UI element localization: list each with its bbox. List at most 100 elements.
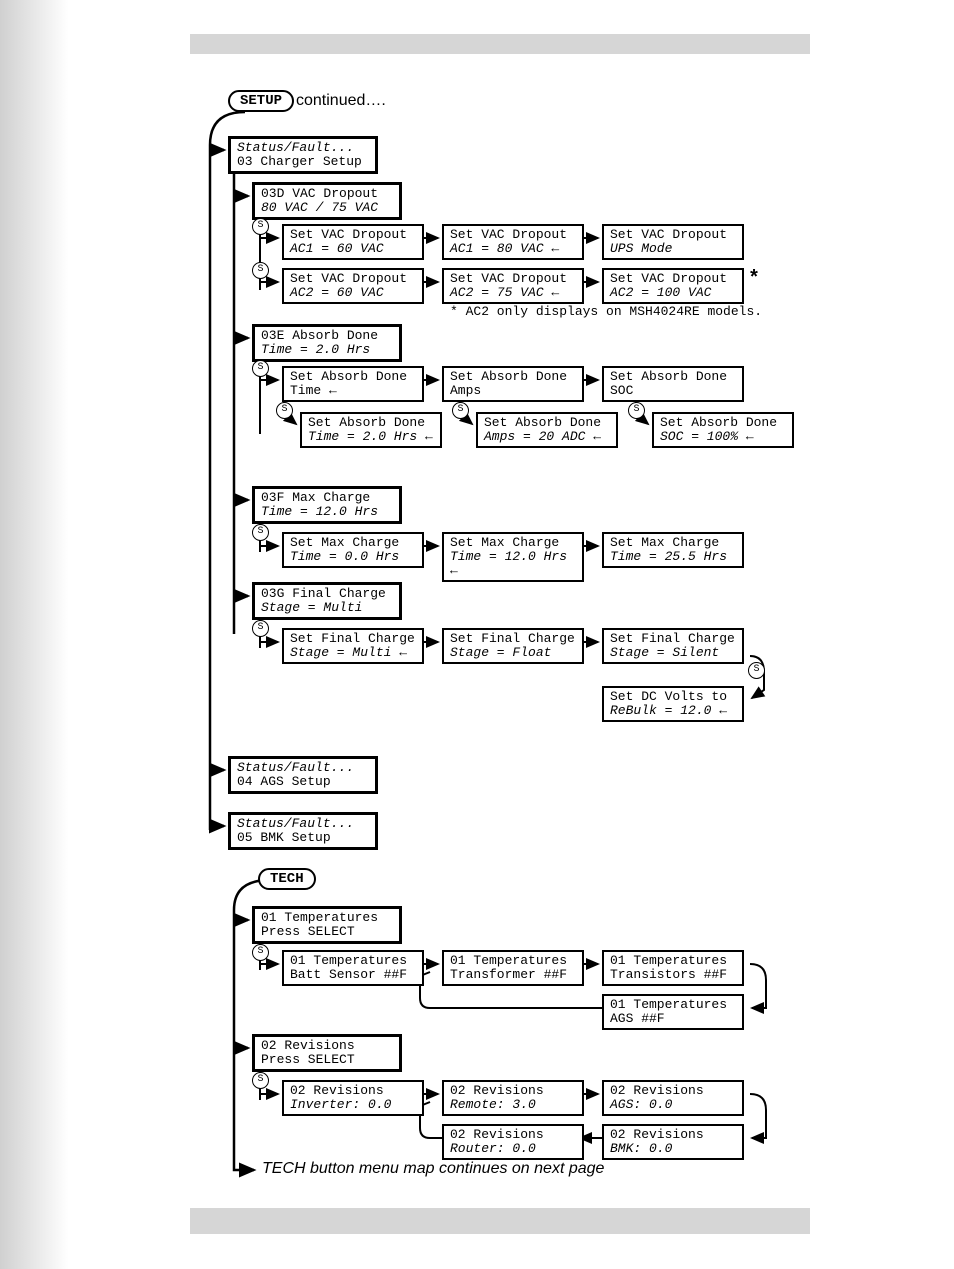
connector-lines: [0, 0, 954, 1235]
value: AC1 = 80 VAC ←: [450, 242, 576, 256]
value: AC1 = 60 VAC: [290, 242, 416, 256]
label: 02 Revisions: [610, 1128, 736, 1142]
vac-dropout-l2: 80 VAC / 75 VAC: [261, 201, 393, 215]
max-charge-25: Set Max Charge Time = 25.5 Hrs: [602, 532, 744, 568]
absorb-amps: Set Absorb Done Amps: [442, 366, 584, 402]
label: 03E Absorb Done: [261, 329, 393, 343]
max-charge-0: Set Max Charge Time = 0.0 Hrs: [282, 532, 424, 568]
label: Set VAC Dropout: [610, 272, 736, 286]
value: AC2 = 100 VAC: [610, 286, 736, 300]
s-icon: S: [252, 620, 269, 637]
value: UPS Mode: [610, 242, 736, 256]
value: 04 AGS Setup: [237, 775, 369, 789]
label: Set VAC Dropout: [450, 228, 576, 242]
value: Time = 2.0 Hrs ←: [308, 430, 434, 444]
absorb-soc-value: Set Absorb Done SOC = 100% ←: [652, 412, 794, 448]
vac-ac1-80: Set VAC Dropout AC1 = 80 VAC ←: [442, 224, 584, 260]
value: 05 BMK Setup: [237, 831, 369, 845]
label: 01 Temperatures: [610, 954, 736, 968]
value: Stage = Multi: [261, 601, 393, 615]
bmk-setup-box: Status/Fault... 05 BMK Setup: [228, 812, 378, 850]
label: 02 Revisions: [261, 1039, 393, 1053]
bottom-gray-band: [190, 1208, 810, 1234]
label: Set Final Charge: [450, 632, 576, 646]
absorb-time-value: Set Absorb Done Time = 2.0 Hrs ←: [300, 412, 442, 448]
label: 01 Temperatures: [450, 954, 576, 968]
vac-dropout-header: 03D VAC Dropout 80 VAC / 75 VAC: [252, 182, 402, 220]
setup-pill: SETUP: [228, 90, 294, 112]
label: Set Absorb Done: [484, 416, 610, 430]
rev-inverter: 02 Revisions Inverter: 0.0: [282, 1080, 424, 1116]
continued-text: continued….: [296, 92, 386, 110]
vac-ac1-ups: Set VAC Dropout UPS Mode: [602, 224, 744, 260]
label: Set VAC Dropout: [450, 272, 576, 286]
value: AC2 = 75 VAC ←: [450, 286, 576, 300]
max-charge-header: 03F Max Charge Time = 12.0 Hrs: [252, 486, 402, 524]
absorb-time: Set Absorb Done Time ←: [282, 366, 424, 402]
value: Stage = Silent: [610, 646, 736, 660]
value: Time ←: [290, 384, 416, 398]
s-icon: S: [628, 402, 645, 419]
s-icon: S: [252, 360, 269, 377]
dc-rebulk: Set DC Volts to ReBulk = 12.0 ←: [602, 686, 744, 722]
s-icon: S: [252, 262, 269, 279]
label: Set Absorb Done: [610, 370, 736, 384]
ac2-footnote: * AC2 only displays on MSH4024RE models.: [450, 304, 762, 319]
final-multi: Set Final Charge Stage = Multi ←: [282, 628, 424, 664]
absorb-done-header: 03E Absorb Done Time = 2.0 Hrs: [252, 324, 402, 362]
value: Time = 2.0 Hrs: [261, 343, 393, 357]
tech-continues-text: TECH button menu map continues on next p…: [262, 1160, 604, 1178]
label: Set Final Charge: [290, 632, 416, 646]
vac-ac2-60: Set VAC Dropout AC2 = 60 VAC: [282, 268, 424, 304]
label: Set Absorb Done: [308, 416, 434, 430]
temperatures-header: 01 Temperatures Press SELECT: [252, 906, 402, 944]
label: Set Final Charge: [610, 632, 736, 646]
value: BMK: 0.0: [610, 1142, 736, 1156]
vac-ac2-75: Set VAC Dropout AC2 = 75 VAC ←: [442, 268, 584, 304]
s-icon: S: [252, 218, 269, 235]
value: Amps: [450, 384, 576, 398]
s-icon: S: [252, 524, 269, 541]
label: 02 Revisions: [450, 1128, 576, 1142]
s-icon: S: [276, 402, 293, 419]
max-charge-12: Set Max Charge Time = 12.0 Hrs ←: [442, 532, 584, 582]
value: SOC: [610, 384, 736, 398]
value: AGS ##F: [610, 1012, 736, 1026]
value: Remote: 3.0: [450, 1098, 576, 1112]
label: Set VAC Dropout: [610, 228, 736, 242]
temp-ags: 01 Temperatures AGS ##F: [602, 994, 744, 1030]
value: ReBulk = 12.0 ←: [610, 704, 736, 718]
label: 01 Temperatures: [290, 954, 416, 968]
value: Press SELECT: [261, 925, 393, 939]
absorb-soc: Set Absorb Done SOC: [602, 366, 744, 402]
label: Set DC Volts to: [610, 690, 736, 704]
value: Amps = 20 ADC ←: [484, 430, 610, 444]
label: Status/Fault...: [237, 761, 369, 775]
label: Set Absorb Done: [450, 370, 576, 384]
label: Set Max Charge: [290, 536, 416, 550]
ags-setup-box: Status/Fault... 04 AGS Setup: [228, 756, 378, 794]
temp-transformer: 01 Temperatures Transformer ##F: [442, 950, 584, 986]
value: Time = 0.0 Hrs: [290, 550, 416, 564]
value: Time = 25.5 Hrs: [610, 550, 736, 564]
charger-setup-l2: 03 Charger Setup: [237, 155, 369, 169]
value: Stage = Multi ←: [290, 646, 416, 660]
temp-batt-sensor: 01 Temperatures Batt Sensor ##F: [282, 950, 424, 986]
value: Inverter: 0.0: [290, 1098, 416, 1112]
top-gray-band: [190, 34, 810, 54]
final-charge-header: 03G Final Charge Stage = Multi: [252, 582, 402, 620]
final-silent: Set Final Charge Stage = Silent: [602, 628, 744, 664]
label: Set Max Charge: [610, 536, 736, 550]
value: Batt Sensor ##F: [290, 968, 416, 982]
s-icon: S: [252, 944, 269, 961]
value: Press SELECT: [261, 1053, 393, 1067]
value: Time = 12.0 Hrs: [261, 505, 393, 519]
revisions-header: 02 Revisions Press SELECT: [252, 1034, 402, 1072]
label: Set VAC Dropout: [290, 228, 416, 242]
rev-router: 02 Revisions Router: 0.0: [442, 1124, 584, 1160]
value: Transformer ##F: [450, 968, 576, 982]
s-icon: S: [748, 662, 765, 679]
page: SETUP continued…. Status/Fault... 03 Cha…: [0, 0, 954, 1269]
temp-transistors: 01 Temperatures Transistors ##F: [602, 950, 744, 986]
label: 03F Max Charge: [261, 491, 393, 505]
